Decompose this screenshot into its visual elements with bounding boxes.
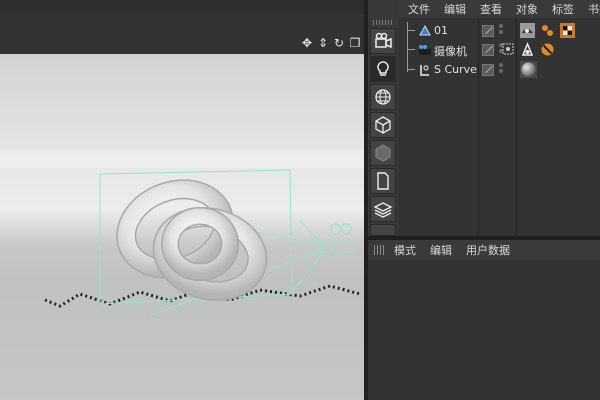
menu-attr-edit[interactable]: 编辑 (430, 242, 452, 258)
cube-solid-icon[interactable] (370, 140, 396, 166)
attributes-panel-body (368, 260, 600, 400)
menu-objects[interactable]: 对象 (516, 1, 538, 17)
more-tools-icon[interactable] (370, 224, 396, 236)
visibility-toggle[interactable] (482, 25, 494, 37)
pan-icon[interactable]: ✥ (300, 36, 314, 50)
cube-wire-icon[interactable] (370, 112, 396, 138)
light-icon[interactable] (370, 56, 396, 82)
object-manager-menubar: 文件 编辑 查看 对象 标签 书签 (398, 0, 600, 18)
sphere-grid-icon[interactable] (370, 84, 396, 110)
attributes-menubar: 模式 编辑 用户数据 (368, 240, 600, 260)
visibility-toggle[interactable] (482, 64, 494, 76)
layers-icon[interactable] (370, 196, 396, 222)
menu-mode[interactable]: 模式 (394, 242, 416, 258)
editor-render-dots[interactable] (498, 62, 504, 74)
object-name: 01 (434, 24, 448, 37)
menu-tags[interactable]: 标签 (552, 1, 574, 17)
object-manager-list: 01 摄像机 S Curve (398, 18, 600, 236)
object-row-camera[interactable]: 摄像机 (398, 40, 600, 60)
object-name: 摄像机 (434, 45, 467, 58)
material-dots-icon[interactable] (540, 23, 555, 38)
lathe-object-icon (420, 65, 429, 76)
checker-material-icon[interactable] (560, 23, 575, 38)
visibility-toggle[interactable] (482, 44, 494, 56)
document-icon[interactable] (370, 168, 396, 194)
horizon-highlight (0, 150, 364, 168)
toolbar-grip[interactable] (373, 20, 393, 25)
menu-bookmarks[interactable]: 书签 (588, 1, 600, 17)
camera-icon[interactable] (370, 28, 396, 54)
object-row-s-curve[interactable]: S Curve (398, 60, 600, 80)
menubar-grip[interactable] (374, 245, 386, 255)
object-name: S Curve (434, 63, 477, 76)
object-row-01[interactable]: 01 (398, 21, 600, 41)
viewport-nav-controls: ✥ ⇕ ↻ ❐ (300, 36, 362, 52)
display-tag-icon[interactable] (520, 23, 535, 38)
target-tag-icon[interactable] (502, 43, 514, 55)
tree-branch (407, 49, 415, 50)
menu-view[interactable]: 查看 (480, 1, 502, 17)
menu-edit[interactable]: 编辑 (444, 1, 466, 17)
camera-object-icon (419, 45, 431, 56)
menu-user-data[interactable]: 用户数据 (466, 242, 510, 258)
rotate-icon[interactable]: ↻ (332, 36, 346, 50)
protection-tag-icon[interactable] (520, 42, 535, 57)
material-sphere-tag-icon[interactable] (520, 61, 537, 78)
no-render-tag-icon[interactable] (540, 42, 555, 57)
dolly-icon[interactable]: ⇕ (316, 36, 330, 50)
viewport-panel[interactable]: ✥ ⇕ ↻ ❐ (0, 0, 364, 400)
3d-scene-render[interactable] (0, 54, 364, 400)
maximize-view-icon[interactable]: ❐ (348, 36, 362, 50)
tree-branch (407, 30, 415, 31)
tree-branch (407, 69, 415, 70)
viewport-top-strip (0, 0, 364, 14)
editor-render-dots[interactable] (498, 23, 504, 35)
viewport-toolbar: ✥ ⇕ ↻ ❐ (0, 0, 364, 54)
menu-file[interactable]: 文件 (408, 1, 430, 17)
spline-object-icon (419, 24, 431, 36)
